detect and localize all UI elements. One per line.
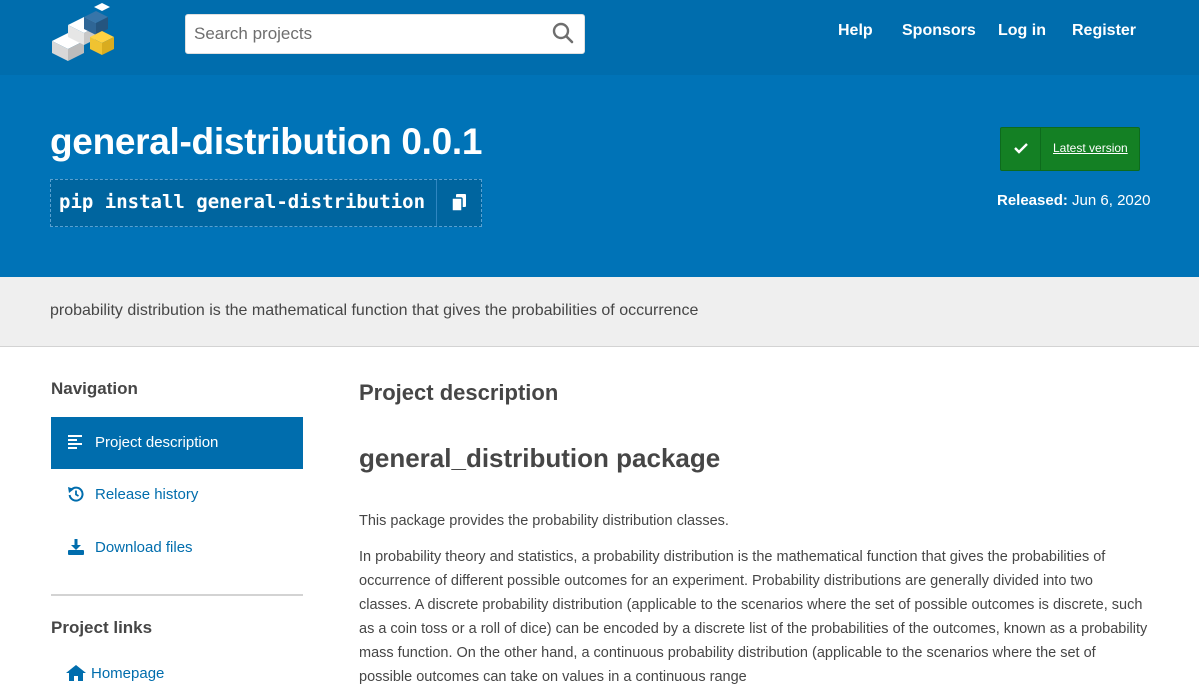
homepage-link-label: Homepage [91,665,165,682]
readme-title: general_distribution package [359,443,721,473]
project-links-heading: Project links [51,618,153,637]
nav-help-link[interactable]: Help [838,22,873,39]
align-left-icon [68,434,84,450]
description-paragraph: This package provides the probability di… [359,513,729,529]
search-input[interactable] [186,15,546,53]
nav-sponsors-link[interactable]: Sponsors [902,22,976,39]
history-icon [68,486,84,502]
check-icon [1001,128,1041,170]
navigation-heading: Navigation [51,379,138,398]
sidebar-item-release-history[interactable]: Release history [51,469,303,521]
package-summary-bar: probability distribution is the mathemat… [0,277,1199,347]
nav-login-link[interactable]: Log in [998,22,1046,39]
release-date: Released: Jun 6, 2020 [997,192,1150,209]
nav-help[interactable]: Help [838,22,873,40]
copy-icon [451,194,466,212]
copy-button[interactable] [436,180,481,226]
latest-version-badge[interactable]: Latest version [1000,127,1140,171]
download-icon [68,539,84,555]
sidebar-link-homepage[interactable]: Homepage [51,662,303,688]
sidebar-item-label: Project description [95,434,219,451]
released-label: Released: [997,192,1068,209]
site-header: Help Sponsors Log in Register [0,0,1199,75]
pypi-logo[interactable] [50,3,116,61]
sidebar-item-label: Download files [95,539,193,556]
nav-login[interactable]: Log in [998,22,1046,40]
section-title: Project description [359,380,559,405]
nav-register-link[interactable]: Register [1072,22,1136,39]
sidebar-item-project-description[interactable]: Project description [51,417,303,469]
search-icon[interactable] [552,22,576,46]
sidebar-divider [51,594,303,596]
package-summary: probability distribution is the mathemat… [50,302,699,319]
pip-command[interactable]: pip install general-distribution [59,191,425,213]
sidebar-item-label: Release history [95,486,199,503]
description-paragraph: In probability theory and statistics, a … [359,549,1148,685]
released-date-value: Jun 6, 2020 [1072,192,1151,209]
latest-version-link[interactable]: Latest version [1053,141,1128,155]
sidebar-item-download-files[interactable]: Download files [51,522,303,574]
pip-install-box: pip install general-distribution [50,179,482,227]
search-box [185,14,585,54]
package-title: general-distribution 0.0.1 [50,121,483,162]
home-icon [66,665,86,681]
package-banner: general-distribution 0.0.1 pip install g… [0,75,1199,277]
nav-register[interactable]: Register [1072,22,1136,40]
nav-sponsors[interactable]: Sponsors [902,22,976,40]
